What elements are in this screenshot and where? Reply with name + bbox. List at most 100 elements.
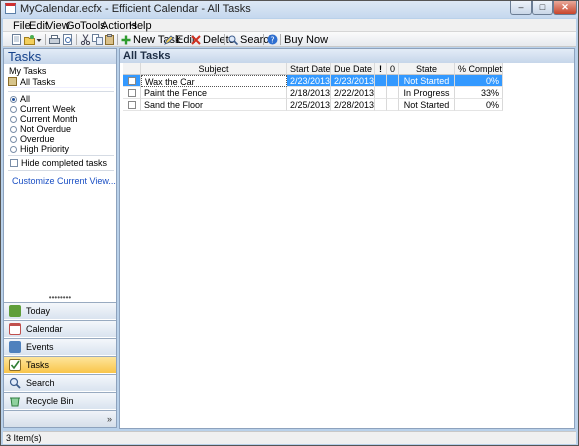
column-start-date[interactable]: Start Date (287, 63, 331, 75)
nav-label: Tasks (26, 360, 50, 370)
calendar-app-icon (5, 3, 16, 14)
column-state[interactable]: State (399, 63, 455, 75)
hide-completed-checkbox[interactable] (10, 159, 18, 167)
column-complete-toggle[interactable] (123, 63, 141, 75)
new-file-icon[interactable] (11, 34, 22, 45)
view-title: All Tasks (120, 49, 574, 63)
row-checkbox[interactable] (127, 101, 136, 109)
column-priority[interactable]: ! (375, 63, 387, 75)
paste-icon[interactable] (104, 34, 115, 45)
hide-completed-label: Hide completed tasks (21, 158, 108, 168)
radio-button[interactable] (10, 105, 17, 113)
table-row[interactable]: Paint the Fence 2/18/2013 2/22/2013 In P… (123, 87, 503, 99)
cut-icon[interactable] (80, 34, 91, 46)
all-tasks-folder[interactable]: All Tasks (8, 76, 114, 88)
priority-cell[interactable] (375, 75, 387, 87)
nav-label: Recycle Bin (26, 396, 74, 406)
buy-now-label: Buy Now (284, 33, 329, 46)
open-folder-icon[interactable] (24, 34, 35, 45)
subject-cell[interactable]: Paint the Fence (141, 87, 287, 99)
filter-high-priority[interactable]: High Priority (10, 144, 69, 154)
filter-label: High Priority (20, 144, 70, 154)
close-button[interactable]: ✕ (553, 1, 577, 15)
radio-button[interactable] (10, 115, 17, 123)
delete-x-icon (191, 34, 201, 45)
row-checkbox[interactable] (127, 77, 136, 85)
radio-button[interactable] (10, 145, 17, 153)
open-dropdown-icon[interactable] (36, 34, 42, 45)
nav-label: Today (26, 306, 51, 316)
state-cell[interactable]: In Progress (399, 87, 455, 99)
filter-current-month[interactable]: Current Month (10, 114, 78, 124)
divider (8, 91, 114, 92)
filter-overdue[interactable]: Overdue (10, 134, 55, 144)
table-row[interactable]: Wax the Car 2/23/2013 2/23/2013 Not Star… (123, 75, 503, 87)
row-checkbox[interactable] (127, 89, 136, 97)
toolbar: New Task Edit Delete Search ? Buy Now (3, 32, 576, 47)
help-icon[interactable]: ? (267, 34, 278, 45)
toolbar-separator (45, 34, 46, 45)
column-subject[interactable]: Subject (141, 63, 287, 75)
state-cell[interactable]: Not Started (399, 99, 455, 111)
attachment-cell[interactable] (387, 87, 399, 99)
menu-help[interactable]: Help (129, 20, 152, 32)
subject-cell[interactable]: Wax the Car (141, 75, 287, 87)
toolbar-separator (263, 34, 264, 45)
start-date-cell[interactable]: 2/25/2013 (287, 99, 331, 111)
attachment-cell[interactable] (387, 99, 399, 111)
due-date-cell[interactable]: 2/28/2013 (331, 99, 375, 111)
window-title: MyCalendar.ecfx - Efficient Calendar - A… (20, 3, 251, 15)
due-date-cell[interactable]: 2/23/2013 (331, 75, 375, 87)
copy-icon[interactable] (92, 34, 103, 45)
divider (8, 155, 114, 156)
task-folder-icon (8, 77, 17, 86)
customize-view-link[interactable]: Customize Current View... (12, 176, 116, 186)
toolbar-separator (224, 34, 225, 45)
nav-search[interactable]: Search (4, 374, 116, 391)
nav-today[interactable]: Today (4, 302, 116, 319)
row-checkbox-cell[interactable] (123, 87, 141, 99)
grid-header: Subject Start Date Due Date ! 0 State % … (123, 63, 503, 75)
column-percent-complete[interactable]: % Complete (455, 63, 503, 75)
nav-recycle-bin[interactable]: Recycle Bin (4, 392, 116, 409)
nav-events[interactable]: Events (4, 338, 116, 355)
minimize-button[interactable]: ‒ (510, 1, 532, 15)
radio-button[interactable] (10, 135, 17, 143)
maximize-button[interactable]: □ (532, 1, 553, 15)
due-date-cell[interactable]: 2/22/2013 (331, 87, 375, 99)
state-cell[interactable]: Not Started (399, 75, 455, 87)
menu-go[interactable]: Go (66, 20, 81, 32)
percent-complete-cell[interactable]: 0% (455, 99, 503, 111)
attachment-cell[interactable] (387, 75, 399, 87)
start-date-cell[interactable]: 2/23/2013 (287, 75, 331, 87)
priority-cell[interactable] (375, 87, 387, 99)
start-date-cell[interactable]: 2/18/2013 (287, 87, 331, 99)
row-checkbox-cell[interactable] (123, 99, 141, 111)
column-due-date[interactable]: Due Date (331, 63, 375, 75)
radio-button[interactable] (10, 125, 17, 133)
table-row[interactable]: Sand the Floor 2/25/2013 2/28/2013 Not S… (123, 99, 503, 111)
hide-completed-option[interactable]: Hide completed tasks (10, 158, 107, 168)
nav-label: Search (26, 378, 55, 388)
filter-not-overdue[interactable]: Not Overdue (10, 124, 71, 134)
toolbar-separator (117, 34, 118, 45)
row-checkbox-cell[interactable] (123, 75, 141, 87)
recycle-bin-icon (9, 395, 21, 407)
percent-complete-cell[interactable]: 33% (455, 87, 503, 99)
configure-buttons-chevron-icon[interactable]: » (107, 414, 112, 424)
filter-current-week[interactable]: Current Week (10, 104, 75, 114)
filter-all[interactable]: All (10, 94, 30, 104)
subject-cell[interactable]: Sand the Floor (141, 99, 287, 111)
nav-calendar[interactable]: Calendar (4, 320, 116, 337)
nav-tasks[interactable]: Tasks (4, 356, 116, 373)
column-attachment[interactable]: 0 (387, 63, 399, 75)
priority-cell[interactable] (375, 99, 387, 111)
print-icon[interactable] (49, 34, 60, 45)
radio-button[interactable] (10, 95, 17, 103)
buy-now-button[interactable]: Buy Now (284, 33, 328, 46)
print-preview-icon[interactable] (62, 34, 73, 45)
title-bar: MyCalendar.ecfx - Efficient Calendar - A… (1, 1, 578, 18)
navigation-pane: Tasks My Tasks All Tasks All Current Wee… (3, 48, 117, 428)
tasks-icon (9, 359, 21, 371)
percent-complete-cell[interactable]: 0% (455, 75, 503, 87)
